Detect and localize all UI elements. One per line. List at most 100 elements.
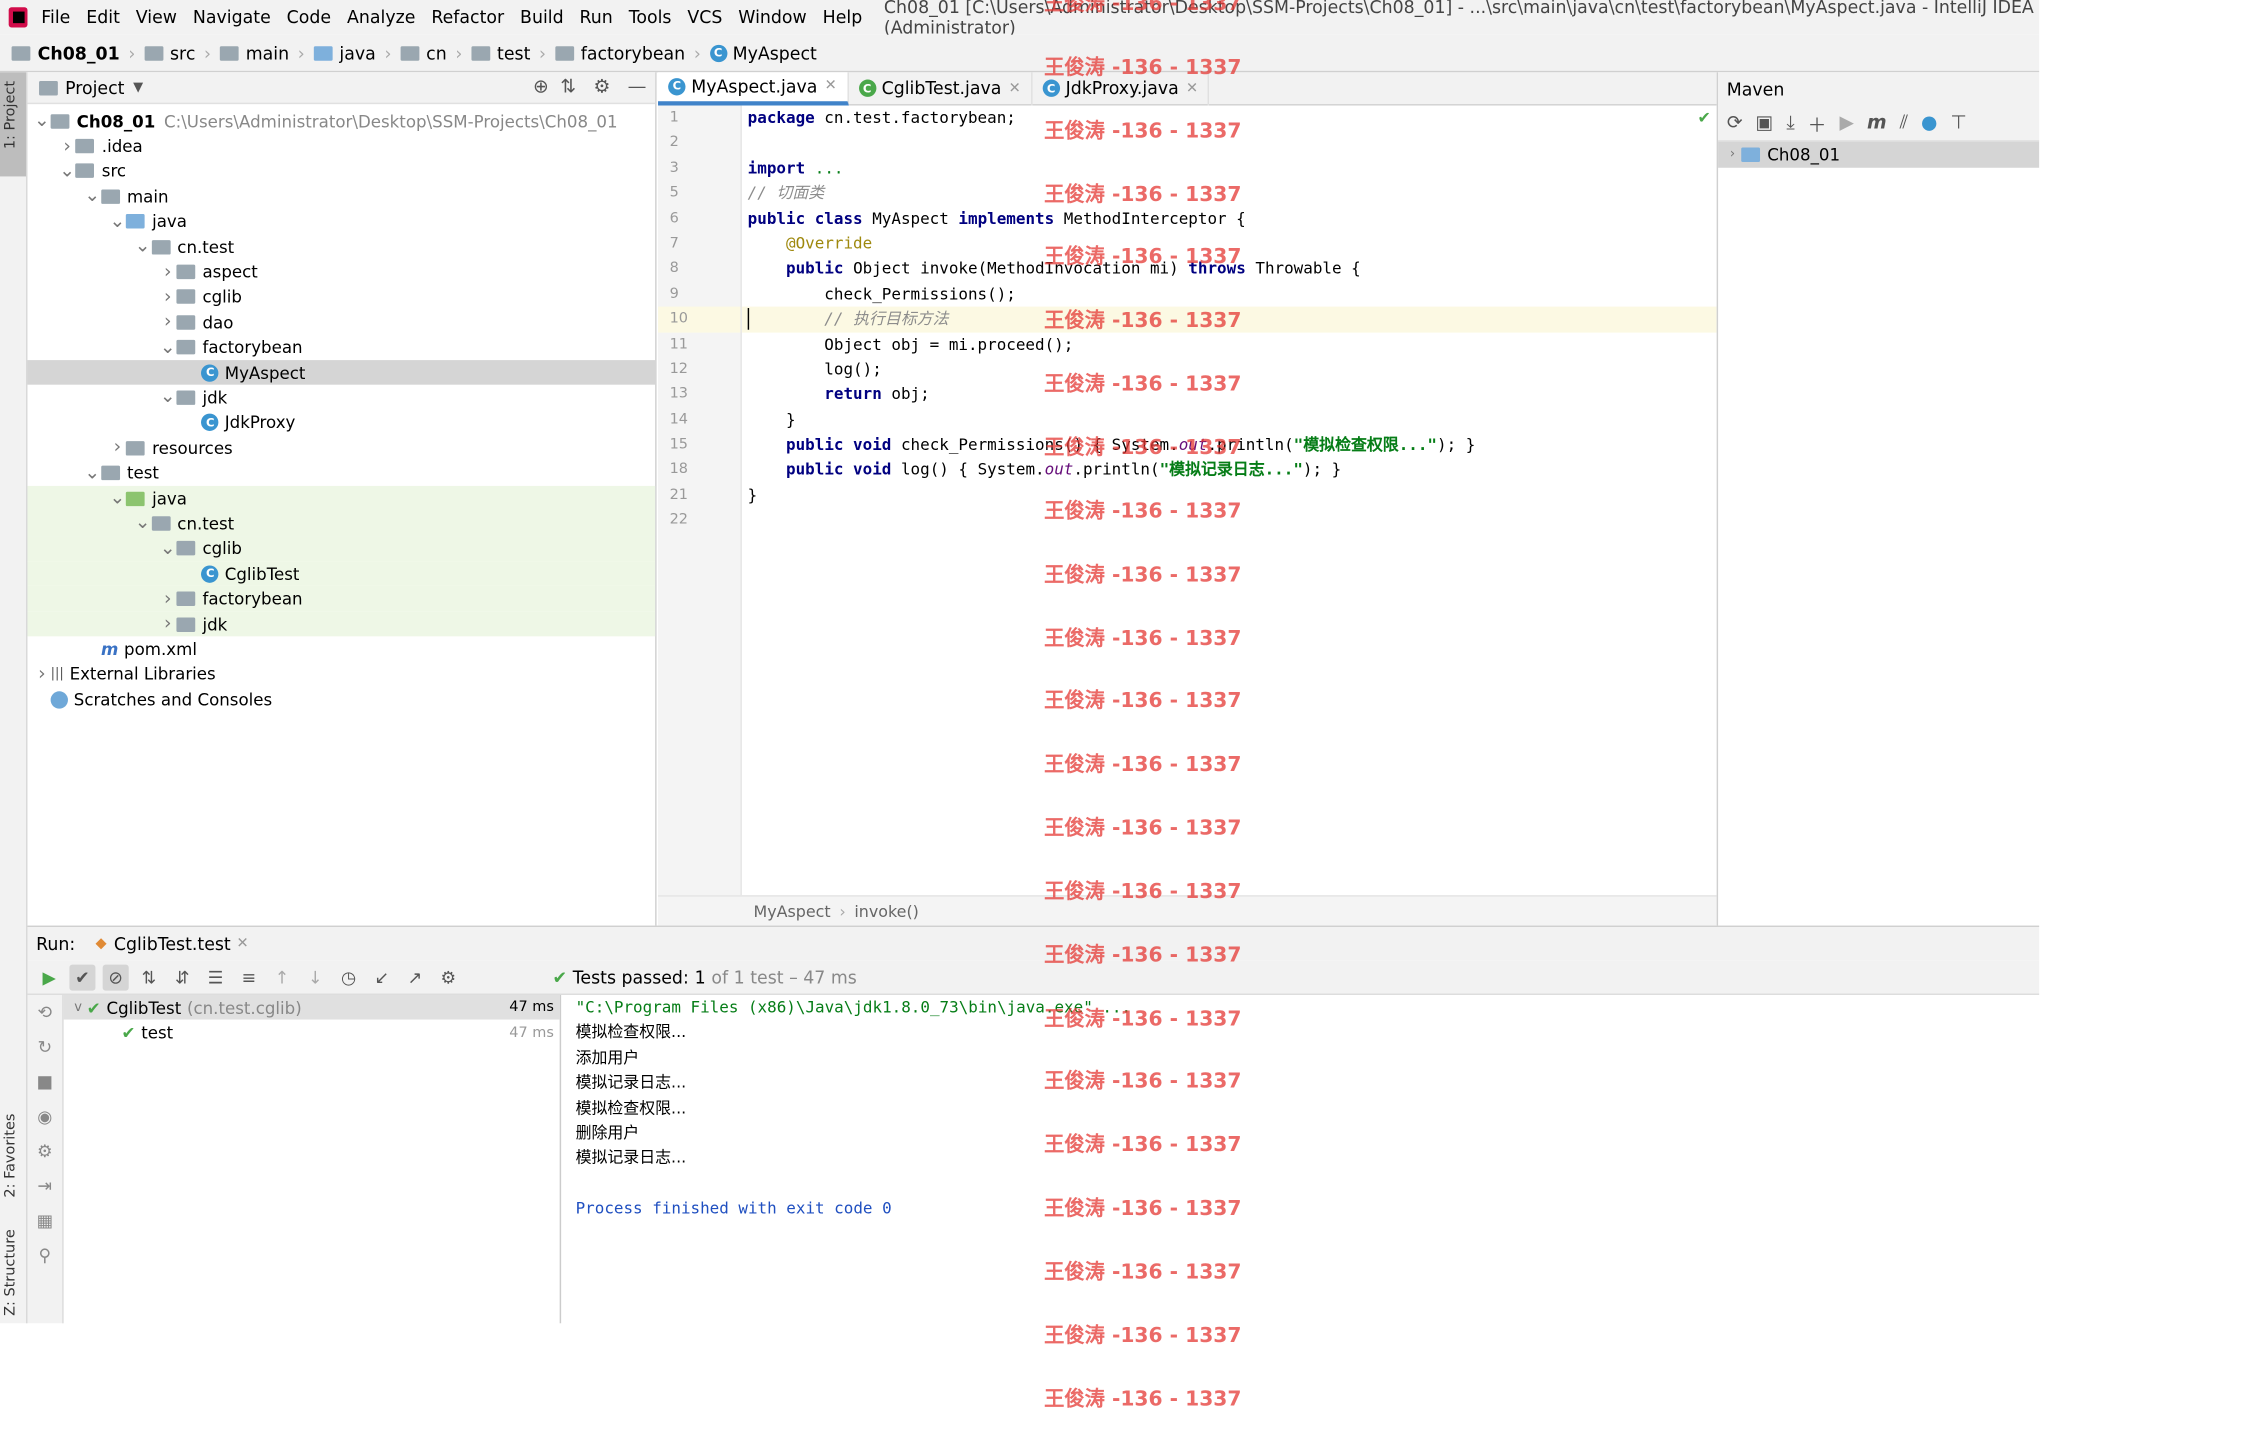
project-tree-row[interactable]: ⌄ cn.test bbox=[27, 234, 655, 259]
sort-alpha-icon[interactable]: ⇅ bbox=[136, 964, 162, 990]
breadcrumb-item[interactable]: main bbox=[246, 43, 289, 63]
toggle-offline-icon[interactable]: ⫽ bbox=[1900, 112, 1908, 134]
settings-icon[interactable]: ⚙ bbox=[27, 1134, 62, 1169]
chevron-down-icon[interactable]: ▼ bbox=[133, 80, 143, 94]
project-tree-row[interactable]: › factorybean bbox=[27, 586, 656, 612]
download-icon[interactable]: ⤓ bbox=[1786, 112, 1794, 134]
menu-item-run[interactable]: Run bbox=[580, 7, 613, 27]
chevron-right-icon[interactable]: › bbox=[159, 613, 176, 635]
chevron-right-icon[interactable]: › bbox=[159, 261, 176, 283]
editor-crumb-class[interactable]: MyAspect bbox=[753, 902, 830, 921]
chevron-down-icon[interactable]: ⌄ bbox=[84, 462, 101, 484]
chevron-down-icon[interactable]: ⌄ bbox=[134, 236, 151, 258]
project-tree-row[interactable]: ⌄ cglib bbox=[27, 536, 656, 562]
project-tree-row[interactable]: › aspect bbox=[27, 259, 655, 284]
rerun-icon[interactable]: ▶ bbox=[36, 964, 62, 990]
chevron-down-icon[interactable]: ⌄ bbox=[134, 513, 151, 535]
history-icon[interactable]: ◷ bbox=[336, 964, 362, 990]
breadcrumb-item[interactable]: test bbox=[497, 43, 530, 63]
chevron-right-icon[interactable]: › bbox=[33, 663, 50, 685]
menu-item-refactor[interactable]: Refactor bbox=[431, 7, 504, 27]
import-tests-icon[interactable]: ↙ bbox=[369, 964, 395, 990]
run-icon[interactable]: ▶ bbox=[1840, 112, 1854, 134]
project-tree-row[interactable]: ⌄ Ch08_01 C:\Users\Administrator\Desktop\S… bbox=[27, 108, 655, 133]
project-tree-row[interactable]: › jdk bbox=[27, 611, 656, 637]
editor-tab[interactable]: C CglibTest.java ✕ bbox=[848, 71, 1033, 105]
stop-icon[interactable]: ■ bbox=[27, 1064, 62, 1099]
project-tree-row[interactable]: ⌄ main bbox=[27, 184, 655, 209]
chevron-down-icon[interactable]: ⌄ bbox=[159, 387, 176, 409]
menu-item-edit[interactable]: Edit bbox=[86, 7, 120, 27]
project-view-selector[interactable]: Project bbox=[65, 77, 124, 97]
chevron-down-icon[interactable]: ⌄ bbox=[58, 160, 75, 182]
structure-tab-label[interactable]: Z: Structure bbox=[3, 1229, 19, 1316]
project-tree-row[interactable]: Scratches and Consoles bbox=[27, 687, 655, 712]
project-tree-row[interactable]: › dao bbox=[27, 310, 655, 335]
chevron-right-icon[interactable]: › bbox=[109, 437, 126, 459]
chevron-down-icon[interactable]: ⌄ bbox=[84, 186, 101, 208]
menu-item-window[interactable]: Window bbox=[738, 7, 806, 27]
menu-item-navigate[interactable]: Navigate bbox=[193, 7, 271, 27]
console-output[interactable]: "C:\Program Files (x86)\Java\jdk1.8.0_73… bbox=[561, 995, 2039, 1323]
menu-item-code[interactable]: Code bbox=[287, 7, 331, 27]
project-tree-row[interactable]: C MyAspect bbox=[27, 359, 656, 386]
project-tree-row[interactable]: ⌄ factorybean bbox=[27, 335, 655, 360]
close-icon[interactable]: ✕ bbox=[1009, 80, 1021, 96]
breadcrumb-item[interactable]: MyAspect bbox=[733, 43, 817, 63]
project-tree-row[interactable]: ⌄ test bbox=[27, 461, 655, 486]
test-case-row[interactable]: ✔ test 47 ms bbox=[64, 1020, 560, 1045]
close-icon[interactable]: ✕ bbox=[237, 936, 249, 952]
dump-threads-icon[interactable]: ◉ bbox=[27, 1099, 62, 1134]
collapse-all-icon[interactable]: ⇅ bbox=[560, 77, 576, 99]
show-passed-icon[interactable]: ✔ bbox=[69, 963, 96, 990]
chevron-down-icon[interactable]: ⌄ bbox=[159, 538, 176, 560]
editor-crumb-method[interactable]: invoke() bbox=[854, 902, 919, 921]
gear-icon[interactable]: ⚙ bbox=[593, 77, 610, 99]
menu-item-vcs[interactable]: VCS bbox=[687, 7, 722, 27]
project-tree-row[interactable]: ⌄ src bbox=[27, 159, 655, 184]
rerun-failed-icon[interactable]: ⟲ bbox=[27, 995, 62, 1030]
reload-icon[interactable]: ⟳ bbox=[1727, 112, 1743, 134]
menu-item-tools[interactable]: Tools bbox=[629, 7, 672, 27]
project-tree-row[interactable]: ⌄ cn.test bbox=[27, 510, 656, 537]
skip-tests-icon[interactable]: ● bbox=[1921, 112, 1937, 134]
breadcrumb-item[interactable]: cn bbox=[426, 43, 447, 63]
chevron-right-icon[interactable]: › bbox=[58, 135, 75, 157]
favorites-tab-label[interactable]: 2: Favorites bbox=[3, 1114, 19, 1198]
chevron-right-icon[interactable]: › bbox=[159, 588, 176, 610]
exit-icon[interactable]: ⇥ bbox=[27, 1169, 62, 1204]
chevron-down-icon[interactable]: ⌄ bbox=[109, 487, 126, 509]
maven-project-row[interactable]: › Ch08_01 bbox=[1718, 141, 2040, 168]
project-tree-row[interactable]: ⌄ java bbox=[27, 485, 656, 511]
show-dependencies-icon[interactable]: ⊤ bbox=[1950, 112, 1966, 134]
chevron-down-icon[interactable]: v bbox=[69, 1000, 86, 1014]
close-icon[interactable]: ✕ bbox=[825, 78, 837, 94]
chevron-right-icon[interactable]: › bbox=[1724, 148, 1741, 162]
run-config-tab[interactable]: CglibTest.test bbox=[114, 934, 231, 954]
project-tree-row[interactable]: ⌄ jdk bbox=[27, 385, 655, 410]
project-tree-row[interactable]: › ||| External Libraries bbox=[27, 662, 655, 687]
toggle-auto-test-icon[interactable]: ↻ bbox=[27, 1030, 62, 1065]
previous-failed-icon[interactable]: ↑ bbox=[269, 964, 295, 990]
project-tree-row[interactable]: › cglib bbox=[27, 285, 655, 310]
add-icon[interactable]: ＋ bbox=[1808, 109, 1827, 137]
project-tree-row[interactable]: C JdkProxy bbox=[27, 410, 655, 435]
menu-item-file[interactable]: File bbox=[41, 7, 70, 27]
next-failed-icon[interactable]: ↓ bbox=[302, 964, 328, 990]
menu-item-view[interactable]: View bbox=[136, 7, 177, 27]
breadcrumb-item[interactable]: java bbox=[339, 43, 375, 63]
chevron-down-icon[interactable]: ⌄ bbox=[159, 337, 176, 359]
layout-icon[interactable]: ▦ bbox=[27, 1203, 62, 1238]
editor-tab[interactable]: C MyAspect.java ✕ bbox=[658, 71, 849, 105]
expand-all-icon[interactable]: ☰ bbox=[202, 964, 228, 990]
project-tree-row[interactable]: m pom.xml bbox=[27, 637, 655, 662]
breadcrumb-item[interactable]: factorybean bbox=[581, 43, 685, 63]
menu-item-build[interactable]: Build bbox=[520, 7, 564, 27]
generate-sources-icon[interactable]: ▣ bbox=[1756, 112, 1774, 134]
breadcrumb-item[interactable]: src bbox=[170, 43, 195, 63]
pin-icon[interactable]: ⚲ bbox=[27, 1238, 62, 1273]
project-tool-tab[interactable]: 1: Project bbox=[0, 72, 27, 177]
hide-panel-icon[interactable]: — bbox=[628, 77, 647, 99]
chevron-right-icon[interactable]: › bbox=[159, 286, 176, 308]
menu-item-analyze[interactable]: Analyze bbox=[347, 7, 415, 27]
